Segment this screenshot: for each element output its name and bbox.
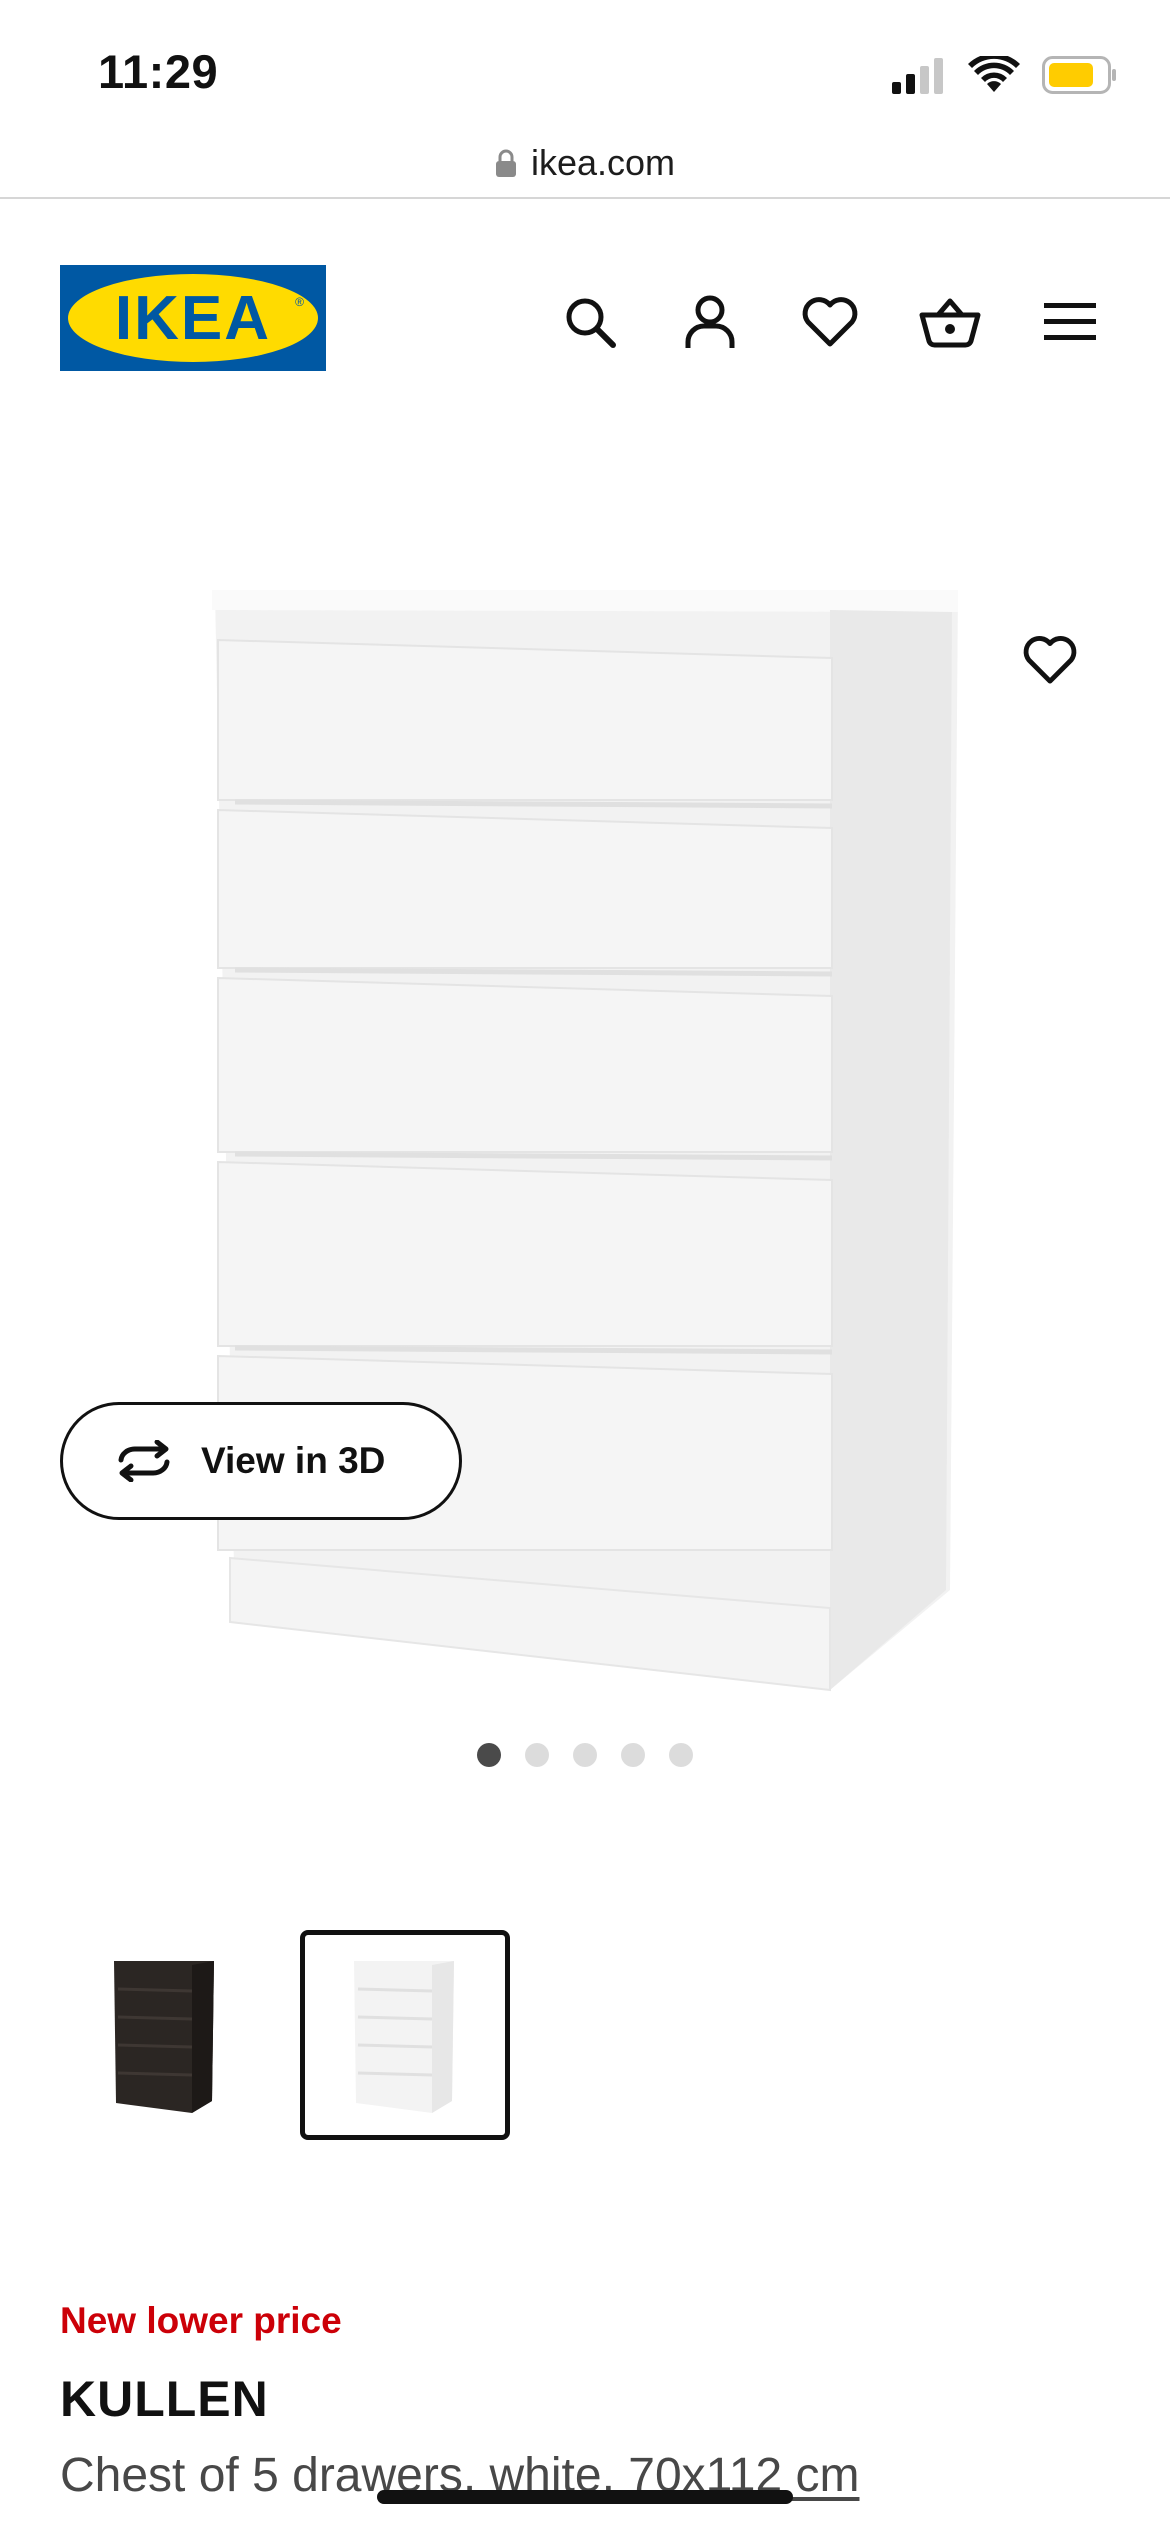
- carousel-dot[interactable]: [621, 1743, 645, 1767]
- menu-button[interactable]: [1010, 285, 1130, 359]
- ikea-logo[interactable]: IKEA ®: [60, 265, 326, 371]
- variant-selector: [60, 1930, 510, 2140]
- lock-icon: [495, 149, 516, 177]
- home-indicator[interactable]: [377, 2490, 793, 2504]
- basket-button[interactable]: [890, 285, 1010, 359]
- wifi-icon: [968, 56, 1020, 92]
- promo-label: New lower price: [60, 2300, 342, 2341]
- cellular-signal-icon: [892, 58, 943, 94]
- search-icon: [566, 298, 616, 348]
- product-page: 11:29 ikea.com IKEA ® View in 3D New low…: [0, 0, 1170, 2532]
- carousel-dot[interactable]: [669, 1743, 693, 1767]
- status-bar: 11:29: [0, 0, 1170, 130]
- variant-thumbnail-black-brown: [114, 1961, 214, 2113]
- variant-thumbnail-white: [354, 1961, 454, 2113]
- variant-black-brown[interactable]: [60, 1930, 270, 2140]
- status-time: 11:29: [98, 45, 219, 98]
- carousel-dot[interactable]: [573, 1743, 597, 1767]
- variant-white[interactable]: [300, 1930, 510, 2140]
- heart-icon: [802, 297, 858, 347]
- carousel-dot[interactable]: [525, 1743, 549, 1767]
- add-to-favorites-button[interactable]: [1010, 620, 1090, 700]
- view-in-3d-label: View in 3D: [201, 1440, 386, 1481]
- user-icon: [685, 295, 735, 348]
- menu-icon: [1044, 303, 1096, 340]
- rotate-3d-icon: [118, 1440, 170, 1482]
- product-name: KULLEN: [60, 2371, 269, 2427]
- address-bar[interactable]: ikea.com: [0, 126, 1170, 200]
- battery-icon: [1042, 56, 1116, 94]
- header-nav: [530, 285, 1130, 359]
- logo-text: IKEA: [114, 283, 272, 353]
- search-button[interactable]: [530, 285, 650, 359]
- basket-icon: [919, 298, 981, 348]
- url-text: ikea.com: [530, 142, 676, 183]
- favorites-button[interactable]: [770, 285, 890, 359]
- account-button[interactable]: [650, 285, 770, 359]
- carousel-dots: [0, 1743, 1170, 1773]
- carousel-dot[interactable]: [477, 1743, 501, 1767]
- product-gallery[interactable]: View in 3D: [0, 440, 1170, 1767]
- view-in-3d-button[interactable]: View in 3D: [60, 1402, 462, 1520]
- status-icons: [890, 50, 1118, 100]
- heart-outline-icon: [1023, 636, 1077, 684]
- site-header: IKEA ®: [0, 199, 1170, 439]
- logo-registered-mark: ®: [295, 295, 304, 309]
- product-info: New lower price KULLEN Chest of 5 drawer…: [60, 2300, 1120, 2503]
